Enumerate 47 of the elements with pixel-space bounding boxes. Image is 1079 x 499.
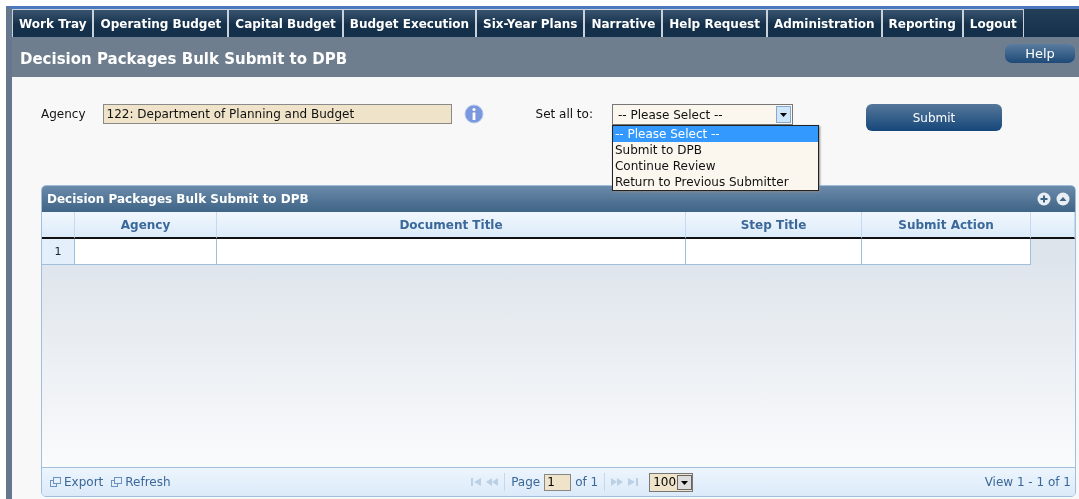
set-all-label: Set all to: bbox=[535, 107, 593, 121]
help-button[interactable]: Help bbox=[1005, 44, 1075, 63]
previous-page-icon[interactable] bbox=[486, 477, 499, 487]
page-field[interactable]: 1 bbox=[544, 473, 572, 491]
windows-icon bbox=[111, 477, 123, 487]
page-total: of 1 bbox=[575, 475, 599, 489]
dropdown-option[interactable]: Submit to DPB bbox=[612, 142, 818, 158]
nav-tab[interactable]: Narrative bbox=[584, 9, 663, 37]
toolbar-link[interactable]: Refresh bbox=[111, 475, 171, 489]
nav-tab[interactable]: Reporting bbox=[881, 9, 963, 37]
info-icon bbox=[463, 104, 484, 124]
nav-tab[interactable]: Administration bbox=[766, 9, 882, 37]
grid-filler bbox=[1031, 239, 1075, 265]
row-number: 1 bbox=[42, 239, 75, 265]
nav-tab[interactable]: Help Request bbox=[662, 9, 767, 37]
page-title: Decision Packages Bulk Submit to DPB bbox=[20, 48, 348, 68]
agency-field[interactable]: 122: Department of Planning and Budget bbox=[102, 104, 452, 124]
column-header[interactable]: Agency bbox=[75, 212, 217, 239]
collapse-icon[interactable] bbox=[1056, 192, 1070, 206]
agency-label: Agency bbox=[41, 107, 86, 121]
page-label: Page bbox=[511, 475, 541, 489]
set-all-dropdown[interactable]: -- Please Select -- bbox=[611, 104, 793, 125]
header-cell bbox=[1031, 212, 1075, 239]
column-header[interactable]: Document Title bbox=[217, 212, 686, 239]
panel-title: Decision Packages Bulk Submit to DPB bbox=[47, 192, 309, 206]
dropdown-option[interactable]: Return to Previous Submitter bbox=[612, 174, 818, 190]
header-cell bbox=[42, 212, 75, 239]
caret-icon bbox=[775, 106, 791, 123]
column-header[interactable]: Submit Action bbox=[862, 212, 1031, 239]
nav-tab[interactable]: Capital Budget bbox=[228, 9, 343, 37]
last-page-icon[interactable] bbox=[627, 477, 640, 487]
toolbar-link[interactable]: Export bbox=[50, 475, 104, 489]
nav-tab[interactable]: Logout bbox=[962, 9, 1024, 37]
record-count: View 1 - 1 of 1 bbox=[984, 475, 1071, 489]
nav-tab[interactable]: Budget Execution bbox=[342, 9, 477, 37]
nav-tab[interactable]: Six-Year Plans bbox=[476, 9, 585, 37]
caret-icon bbox=[677, 474, 693, 490]
nav-tab[interactable]: Operating Budget bbox=[93, 9, 229, 37]
submit-button[interactable]: Submit bbox=[865, 104, 1002, 131]
add-icon[interactable] bbox=[1037, 192, 1051, 206]
windows-icon bbox=[50, 477, 61, 487]
next-page-icon[interactable] bbox=[611, 477, 624, 487]
first-page-icon[interactable] bbox=[470, 477, 483, 487]
nav-tab[interactable]: Work Tray bbox=[12, 9, 94, 37]
column-header[interactable]: Step Title bbox=[686, 212, 862, 239]
page-size-dropdown[interactable]: 100 bbox=[649, 472, 694, 492]
dropdown-option[interactable]: Continue Review bbox=[612, 158, 818, 174]
